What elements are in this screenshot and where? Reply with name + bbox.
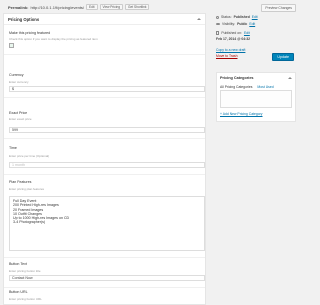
- plan-features-label: Plan Features: [9, 180, 32, 184]
- collapse-arrow-icon[interactable]: [288, 77, 292, 79]
- divider: [4, 54, 205, 55]
- published-date: Feb 17, 2014 @ 04:32: [216, 37, 251, 41]
- published-row: Published on: Edit: [216, 31, 250, 35]
- copy-to-draft-link[interactable]: Copy to a new draft: [216, 48, 245, 52]
- feature-line: 3-4 Photographer(s): [13, 220, 46, 225]
- permalink-url[interactable]: http://10.0.1.19/pricing/events/: [30, 5, 84, 10]
- button-text-label: Button Text: [9, 262, 27, 266]
- categories-tabs: All Pricing Categories Most Used: [220, 85, 274, 89]
- time-desc: Enter price per time (Optional): [9, 154, 50, 158]
- exact-price-label: Exact Price: [9, 111, 28, 115]
- tab-all-categories[interactable]: All Pricing Categories: [220, 85, 252, 89]
- preview-changes-button[interactable]: Preview Changes: [261, 4, 296, 12]
- collapse-arrow-icon[interactable]: [197, 18, 201, 20]
- published-label: Published on:: [221, 31, 242, 35]
- divider: [4, 287, 205, 288]
- status-label: Status:: [221, 15, 232, 19]
- button-text-input[interactable]: Contact Now: [9, 275, 205, 281]
- plan-features-textarea[interactable]: Full Day Event 200 Printed High-res Imag…: [9, 196, 205, 251]
- visibility-edit-link[interactable]: Edit: [249, 22, 255, 26]
- get-shortlink-button[interactable]: Get Shortlink: [125, 4, 150, 10]
- button-url-desc: Enter pricing button URL: [9, 297, 42, 301]
- calendar-icon: [216, 31, 220, 35]
- status-value: Published: [233, 15, 250, 19]
- pricing-options-panel: Pricing Options Make this pricing featur…: [3, 13, 206, 305]
- tab-most-used[interactable]: Most Used: [257, 85, 273, 89]
- divider: [4, 174, 205, 175]
- move-to-trash-link[interactable]: Move to Trash: [216, 54, 237, 58]
- featured-checkbox[interactable]: [9, 43, 14, 48]
- eye-icon: [216, 22, 220, 26]
- panel-title: Pricing Options: [8, 16, 40, 22]
- visibility-row: Visibility: Public Edit: [216, 22, 255, 26]
- time-label: Time: [9, 146, 17, 150]
- permalink-label: Permalink:: [8, 4, 29, 10]
- pricing-categories-box: Pricing Categories All Pricing Categorie…: [216, 72, 296, 122]
- published-date-row: Feb 17, 2014 @ 04:32: [216, 37, 250, 41]
- view-pricing-button[interactable]: View Pricing: [99, 4, 124, 10]
- permalink-row: Permalink: http://10.0.1.19/pricing/even…: [8, 4, 150, 10]
- button-text-desc: Enter pricing button title: [9, 269, 41, 273]
- key-icon: [216, 15, 219, 19]
- publish-box: Preview Changes Status: Published Edit V…: [214, 0, 296, 68]
- divider: [4, 138, 205, 139]
- featured-label: Make this pricing featured: [9, 31, 51, 35]
- divider: [4, 257, 205, 258]
- button-url-label: Button URL: [9, 290, 28, 294]
- categories-checklist[interactable]: [220, 90, 292, 108]
- visibility-label: Visibility:: [222, 22, 236, 26]
- divider: [4, 97, 205, 98]
- time-input[interactable]: 1 month: [9, 162, 205, 168]
- panel-header[interactable]: Pricing Options: [4, 14, 205, 25]
- update-button[interactable]: Update: [272, 53, 294, 61]
- add-new-category-link[interactable]: + Add New Pricing Category: [220, 112, 263, 116]
- exact-price-input[interactable]: 599: [9, 127, 205, 133]
- categories-title: Pricing Categories: [220, 76, 254, 80]
- plan-features-desc: Enter pricing plan features: [9, 187, 45, 191]
- status-row: Status: Published Edit: [216, 15, 258, 19]
- exact-price-desc: Enter exact price: [9, 117, 32, 121]
- visibility-value: Public: [237, 22, 248, 26]
- currency-input[interactable]: $: [9, 86, 205, 92]
- currency-desc: Enter currency: [9, 80, 29, 84]
- currency-label: Currency: [9, 73, 24, 77]
- published-edit-link[interactable]: Edit: [244, 31, 250, 35]
- featured-desc: Check this option if you want to display…: [9, 37, 98, 41]
- permalink-edit-button[interactable]: Edit: [86, 4, 98, 10]
- status-edit-link[interactable]: Edit: [252, 15, 258, 19]
